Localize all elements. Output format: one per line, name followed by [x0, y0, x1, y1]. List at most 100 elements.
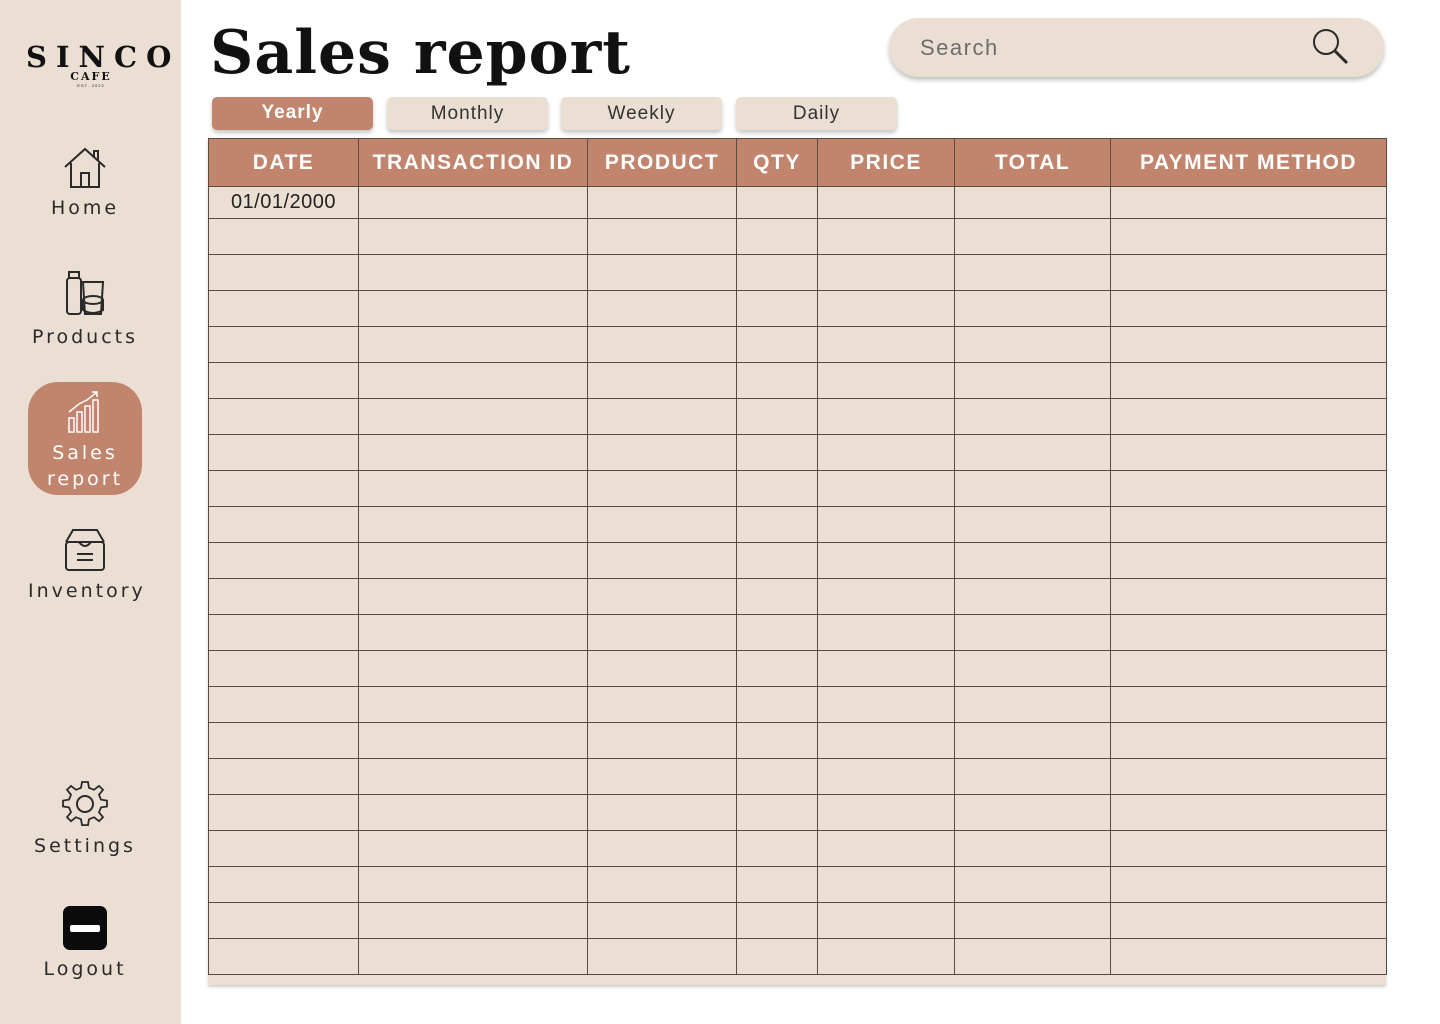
table-cell[interactable] — [587, 218, 737, 255]
table-cell[interactable] — [736, 218, 818, 255]
table-cell[interactable] — [954, 758, 1111, 795]
search-icon[interactable] — [1312, 28, 1350, 66]
sidebar-item-sales-report[interactable]: Sales report — [28, 382, 142, 495]
table-cell[interactable] — [736, 758, 818, 795]
table-cell[interactable] — [1110, 186, 1387, 219]
table-cell[interactable] — [208, 290, 359, 327]
table-cell[interactable] — [817, 290, 955, 327]
table-row[interactable] — [208, 326, 1387, 363]
table-cell[interactable] — [954, 470, 1111, 507]
table-cell[interactable] — [208, 506, 359, 543]
column-header-date[interactable]: DATE — [208, 138, 359, 187]
table-row[interactable] — [208, 650, 1387, 687]
table-row[interactable] — [208, 686, 1387, 723]
sidebar-item-logout[interactable]: Logout — [28, 906, 142, 982]
table-cell[interactable] — [587, 186, 737, 219]
tab-yearly[interactable]: Yearly — [212, 97, 373, 130]
table-cell[interactable] — [587, 758, 737, 795]
table-cell[interactable] — [1110, 650, 1387, 687]
table-cell[interactable] — [358, 506, 588, 543]
table-cell[interactable] — [817, 254, 955, 291]
table-cell[interactable] — [817, 686, 955, 723]
table-cell[interactable] — [358, 542, 588, 579]
table-cell[interactable] — [587, 578, 737, 615]
table-cell[interactable] — [587, 794, 737, 831]
table-cell[interactable] — [1110, 686, 1387, 723]
table-cell[interactable] — [358, 830, 588, 867]
table-cell[interactable] — [817, 794, 955, 831]
table-row[interactable] — [208, 218, 1387, 255]
table-cell[interactable] — [817, 938, 955, 975]
table-cell[interactable] — [736, 434, 818, 471]
table-cell[interactable] — [208, 722, 359, 759]
table-row[interactable] — [208, 902, 1387, 939]
table-row[interactable] — [208, 866, 1387, 903]
table-cell[interactable] — [736, 186, 818, 219]
table-cell[interactable] — [954, 938, 1111, 975]
table-cell[interactable] — [954, 434, 1111, 471]
table-cell[interactable] — [954, 186, 1111, 219]
table-row[interactable] — [208, 938, 1387, 975]
table-cell[interactable] — [358, 758, 588, 795]
table-cell[interactable] — [736, 254, 818, 291]
table-cell[interactable] — [736, 794, 818, 831]
table-cell[interactable] — [208, 902, 359, 939]
table-cell[interactable] — [358, 326, 588, 363]
table-row[interactable] — [208, 362, 1387, 399]
table-cell[interactable] — [358, 398, 588, 435]
table-cell[interactable] — [954, 722, 1111, 759]
table-cell[interactable] — [817, 542, 955, 579]
table-cell[interactable] — [817, 470, 955, 507]
table-cell[interactable] — [358, 578, 588, 615]
table-cell[interactable] — [358, 866, 588, 903]
table-row[interactable] — [208, 290, 1387, 327]
table-cell[interactable] — [736, 506, 818, 543]
table-cell[interactable] — [587, 830, 737, 867]
table-cell[interactable] — [954, 506, 1111, 543]
table-cell[interactable] — [736, 290, 818, 327]
sidebar-item-products[interactable]: Products — [28, 270, 142, 350]
table-cell[interactable] — [358, 722, 588, 759]
table-cell[interactable] — [587, 434, 737, 471]
sidebar-item-inventory[interactable]: Inventory — [28, 528, 143, 604]
table-cell[interactable] — [1110, 470, 1387, 507]
table-cell[interactable] — [817, 758, 955, 795]
table-cell[interactable] — [1110, 830, 1387, 867]
table-cell[interactable] — [208, 542, 359, 579]
table-cell[interactable] — [736, 830, 818, 867]
table-cell[interactable] — [736, 542, 818, 579]
table-cell[interactable] — [954, 578, 1111, 615]
table-cell[interactable] — [358, 686, 588, 723]
table-cell[interactable] — [817, 186, 955, 219]
table-cell[interactable] — [587, 362, 737, 399]
table-cell[interactable] — [208, 650, 359, 687]
table-cell[interactable] — [358, 614, 588, 651]
table-cell[interactable] — [817, 506, 955, 543]
search-bar[interactable]: Search — [889, 18, 1384, 77]
table-cell[interactable] — [817, 326, 955, 363]
table-cell[interactable] — [1110, 938, 1387, 975]
table-cell[interactable] — [817, 614, 955, 651]
table-cell[interactable] — [954, 290, 1111, 327]
table-cell[interactable] — [1110, 506, 1387, 543]
table-cell[interactable] — [1110, 326, 1387, 363]
table-cell[interactable] — [208, 218, 359, 255]
table-cell[interactable] — [208, 362, 359, 399]
table-cell[interactable] — [1110, 722, 1387, 759]
table-cell[interactable] — [587, 902, 737, 939]
tab-weekly[interactable]: Weekly — [561, 97, 722, 130]
table-cell[interactable] — [358, 254, 588, 291]
table-cell[interactable] — [358, 938, 588, 975]
table-row[interactable] — [208, 434, 1387, 471]
table-cell[interactable] — [208, 470, 359, 507]
table-cell[interactable] — [587, 650, 737, 687]
table-cell[interactable] — [587, 506, 737, 543]
table-cell[interactable] — [208, 578, 359, 615]
tab-daily[interactable]: Daily — [736, 97, 897, 130]
column-header-qty[interactable]: QTY — [736, 138, 818, 187]
table-cell[interactable] — [817, 434, 955, 471]
table-cell[interactable] — [587, 938, 737, 975]
table-cell[interactable] — [1110, 866, 1387, 903]
table-cell[interactable] — [817, 398, 955, 435]
table-cell[interactable] — [358, 218, 588, 255]
